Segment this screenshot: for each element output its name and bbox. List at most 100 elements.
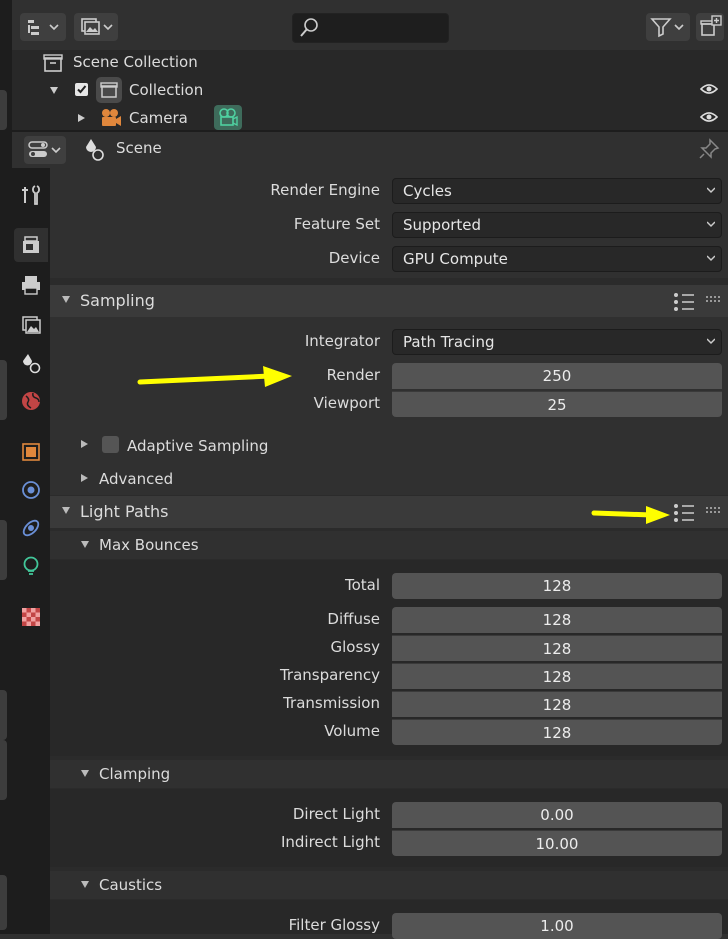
filter-glossy-label: Filter Glossy <box>288 916 380 934</box>
diffuse-label: Diffuse <box>327 610 380 628</box>
collapse-arrow-icon <box>62 507 70 514</box>
left-editor-strip <box>0 0 12 934</box>
texture-checker-icon <box>22 608 40 626</box>
render-samples-label: Render <box>326 366 380 384</box>
collapse-arrow-icon <box>62 296 70 303</box>
render-icon <box>23 236 39 253</box>
checkbox-checked-icon[interactable] <box>74 82 90 98</box>
max-bounces-subpanel-header[interactable]: Max Bounces <box>50 531 728 559</box>
left-strip-tab[interactable] <box>0 740 7 800</box>
properties-tabs <box>12 168 50 934</box>
tool-icon <box>22 185 40 205</box>
chevron-down-icon <box>707 221 715 228</box>
collapse-arrow-icon <box>81 541 89 548</box>
camera-data-icon[interactable] <box>214 105 242 130</box>
left-strip-tab[interactable] <box>0 360 7 420</box>
total-bounces-field[interactable]: 128 <box>392 573 722 599</box>
filter-view-dropdown[interactable] <box>74 13 118 41</box>
viewport-samples-field[interactable]: 25 <box>392 391 722 417</box>
expand-arrow-icon <box>81 474 88 482</box>
tab-tool[interactable] <box>14 178 48 212</box>
editor-type-dropdown[interactable] <box>24 136 66 164</box>
device-dropdown[interactable]: GPU Compute <box>392 246 722 272</box>
caustics-subpanel-header[interactable]: Caustics <box>50 871 728 899</box>
expand-arrow-icon[interactable] <box>50 87 58 94</box>
indirect-light-label: Indirect Light <box>280 833 380 851</box>
chevron-down-icon <box>707 255 715 262</box>
tab-output[interactable] <box>14 268 48 302</box>
direct-light-label: Direct Light <box>292 805 380 823</box>
eye-icon[interactable] <box>700 83 718 95</box>
drag-handle-icon[interactable] <box>706 296 722 306</box>
chevron-down-icon <box>707 338 715 345</box>
light-bulb-icon <box>23 556 39 575</box>
max-bounces-title: Max Bounces <box>99 536 199 554</box>
collapse-arrow-icon <box>81 881 89 888</box>
advanced-subpanel[interactable]: Advanced <box>50 466 728 494</box>
tab-view-layer[interactable] <box>14 308 48 342</box>
tab-physics[interactable] <box>14 473 48 507</box>
filter-dropdown[interactable] <box>646 13 690 41</box>
tab-object[interactable] <box>14 435 48 469</box>
direct-light-field[interactable]: 0.00 <box>392 802 722 828</box>
outliner-row-camera[interactable]: Camera <box>12 105 728 133</box>
advanced-label: Advanced <box>99 470 174 488</box>
camera-object-icon <box>102 109 121 126</box>
transmission-bounces-field[interactable]: 128 <box>392 691 722 717</box>
tab-render[interactable] <box>14 228 48 262</box>
sampling-panel-header[interactable]: Sampling <box>50 285 728 317</box>
outliner-row-scene-collection[interactable]: Scene Collection <box>12 49 728 77</box>
clamping-title: Clamping <box>99 765 171 783</box>
new-collection-button[interactable] <box>696 13 724 41</box>
collection-icon <box>96 77 122 103</box>
scene-icon <box>23 354 41 374</box>
adaptive-sampling-checkbox[interactable] <box>102 436 119 453</box>
transparency-bounces-field[interactable]: 128 <box>392 663 722 689</box>
device-value: GPU Compute <box>403 250 508 268</box>
tab-world[interactable] <box>14 384 48 418</box>
render-samples-field[interactable]: 250 <box>392 363 722 389</box>
tab-constraints[interactable] <box>14 511 48 545</box>
clamping-subpanel-header[interactable]: Clamping <box>50 760 728 788</box>
camera-label: Camera <box>129 109 188 127</box>
output-icon <box>22 276 40 295</box>
left-strip-tab[interactable] <box>0 875 7 930</box>
transmission-label: Transmission <box>283 694 380 712</box>
outliner-row-collection[interactable]: Collection <box>12 77 728 105</box>
display-mode-dropdown[interactable] <box>20 13 66 41</box>
collapse-arrow-icon <box>81 770 89 777</box>
collection-label: Collection <box>129 81 204 99</box>
render-engine-dropdown[interactable]: Cycles <box>392 178 722 204</box>
tab-object-data[interactable] <box>14 549 48 583</box>
drag-handle-icon[interactable] <box>706 507 722 517</box>
expand-arrow-icon <box>81 440 88 448</box>
context-label: Scene <box>116 139 162 157</box>
object-icon <box>22 443 40 461</box>
integrator-label: Integrator <box>304 332 380 350</box>
presets-list-icon[interactable] <box>672 291 696 313</box>
glossy-label: Glossy <box>330 638 380 656</box>
tab-scene[interactable] <box>14 346 48 380</box>
properties-header: Scene <box>12 130 728 168</box>
left-strip-tab[interactable] <box>0 520 7 580</box>
pin-icon[interactable] <box>698 138 720 160</box>
transparency-label: Transparency <box>279 666 380 684</box>
volume-bounces-field[interactable]: 128 <box>392 719 722 745</box>
integrator-dropdown[interactable]: Path Tracing <box>392 329 722 355</box>
expand-arrow-icon[interactable] <box>78 114 85 122</box>
left-strip-tab[interactable] <box>0 690 7 740</box>
scene-collection-label: Scene Collection <box>73 53 198 71</box>
eye-icon[interactable] <box>700 111 718 123</box>
adaptive-sampling-label: Adaptive Sampling <box>127 437 269 455</box>
diffuse-bounces-field[interactable]: 128 <box>392 607 722 633</box>
feature-set-value: Supported <box>403 216 482 234</box>
render-engine-value: Cycles <box>403 182 452 200</box>
adaptive-sampling-subpanel[interactable]: Adaptive Sampling <box>50 432 728 460</box>
left-strip-tab[interactable] <box>0 90 7 130</box>
search-input[interactable] <box>292 13 449 43</box>
indirect-light-field[interactable]: 10.00 <box>392 830 722 856</box>
feature-set-dropdown[interactable]: Supported <box>392 212 722 238</box>
tab-texture[interactable] <box>14 600 48 634</box>
glossy-bounces-field[interactable]: 128 <box>392 635 722 661</box>
filter-glossy-field[interactable]: 1.00 <box>392 913 722 939</box>
